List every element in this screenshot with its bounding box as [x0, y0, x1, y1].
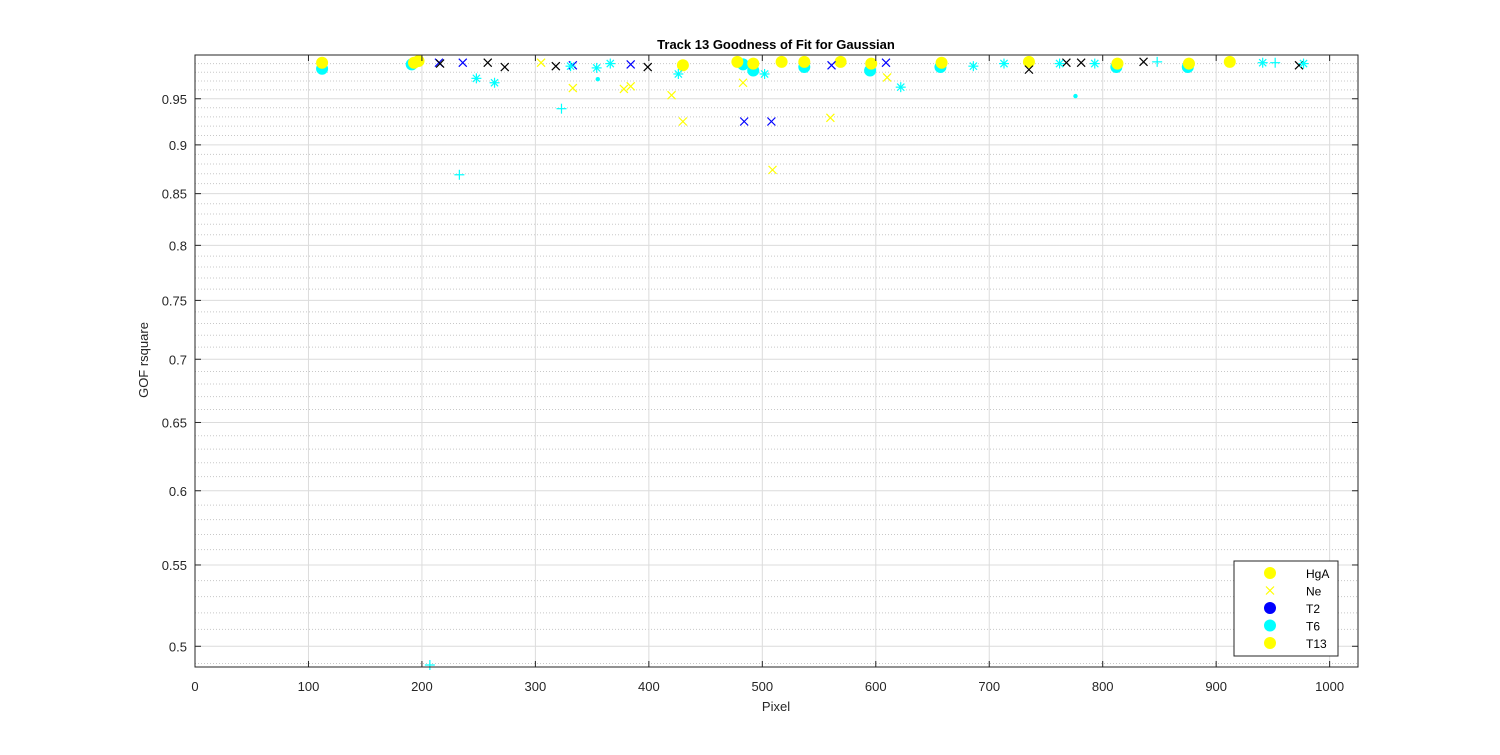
data-point: [798, 55, 811, 68]
data-point: [731, 55, 744, 68]
data-point: [1298, 58, 1309, 69]
x-tick-label: 700: [978, 679, 1000, 694]
chart-svg: 0.5 0.55 0.6 0.65 0.7 0.75 0.8 0.85 0.9 0.95 0 100 2…: [0, 0, 1500, 750]
y-tick-label: 0.85: [162, 187, 187, 202]
data-point: [1054, 58, 1065, 69]
data-point: [834, 55, 847, 68]
y-tick-label: 0.95: [162, 92, 187, 107]
data-point: [1073, 93, 1078, 99]
data-point: [591, 62, 602, 73]
x-tick-label: 600: [865, 679, 887, 694]
data-point: [935, 56, 948, 69]
x-axis-label: Pixel: [762, 699, 790, 714]
data-point: [1111, 57, 1124, 70]
legend-label: T13: [1306, 637, 1327, 651]
y-tick-label: 0.8: [169, 238, 187, 253]
x-tick-label: 400: [638, 679, 660, 694]
y-tick-label: 0.7: [169, 352, 187, 367]
x-tick-label: 300: [525, 679, 547, 694]
data-point: [968, 61, 979, 72]
data-point: [489, 77, 500, 88]
data-point: [775, 55, 788, 68]
legend-label: T2: [1306, 602, 1320, 616]
legend-marker: [1264, 602, 1276, 614]
x-tick-label: 200: [411, 679, 433, 694]
data-point: [1257, 57, 1268, 68]
legend-label: T6: [1306, 620, 1320, 634]
legend-label: HgA: [1306, 567, 1329, 581]
y-tick-label: 0.75: [162, 293, 187, 308]
data-point: [759, 68, 770, 79]
y-tick-label: 0.6: [169, 484, 187, 499]
y-axis-label: GOF rsquare: [136, 322, 151, 398]
data-point: [595, 77, 600, 82]
data-point: [1182, 57, 1195, 70]
legend-marker: [1264, 637, 1276, 649]
data-point: [1223, 55, 1236, 68]
data-point: [412, 54, 425, 67]
chart-title: Track 13 Goodness of Fit for Gaussian: [657, 37, 895, 52]
data-point: [1089, 58, 1100, 69]
x-tick-label: 1000: [1315, 679, 1344, 694]
legend-marker: [1264, 619, 1276, 632]
y-tick-label: 0.65: [162, 415, 187, 430]
data-point: [673, 68, 684, 79]
legend: HgA Ne T2 T6 T13: [1233, 560, 1339, 657]
x-tick-label: 100: [298, 679, 320, 694]
y-tick-label: 0.55: [162, 558, 187, 573]
chart-figure: 0.5 0.55 0.6 0.65 0.7 0.75 0.8 0.85 0.9 0.95 0 100 2…: [0, 0, 1500, 750]
data-point: [565, 61, 576, 72]
data-point: [998, 58, 1009, 69]
legend-marker: [1264, 567, 1276, 579]
legend-label: Ne: [1306, 585, 1322, 599]
y-tick-label: 0.9: [169, 138, 187, 153]
x-tick-label: 800: [1092, 679, 1114, 694]
x-tick-label: 500: [751, 679, 773, 694]
y-tick-label: 0.5: [169, 639, 187, 654]
data-point: [605, 58, 616, 69]
x-tick-label: 900: [1205, 679, 1227, 694]
data-point: [316, 56, 329, 69]
data-point: [895, 82, 906, 93]
data-point: [747, 57, 760, 70]
x-tick-label: 0: [191, 679, 198, 694]
data-point: [471, 73, 482, 84]
